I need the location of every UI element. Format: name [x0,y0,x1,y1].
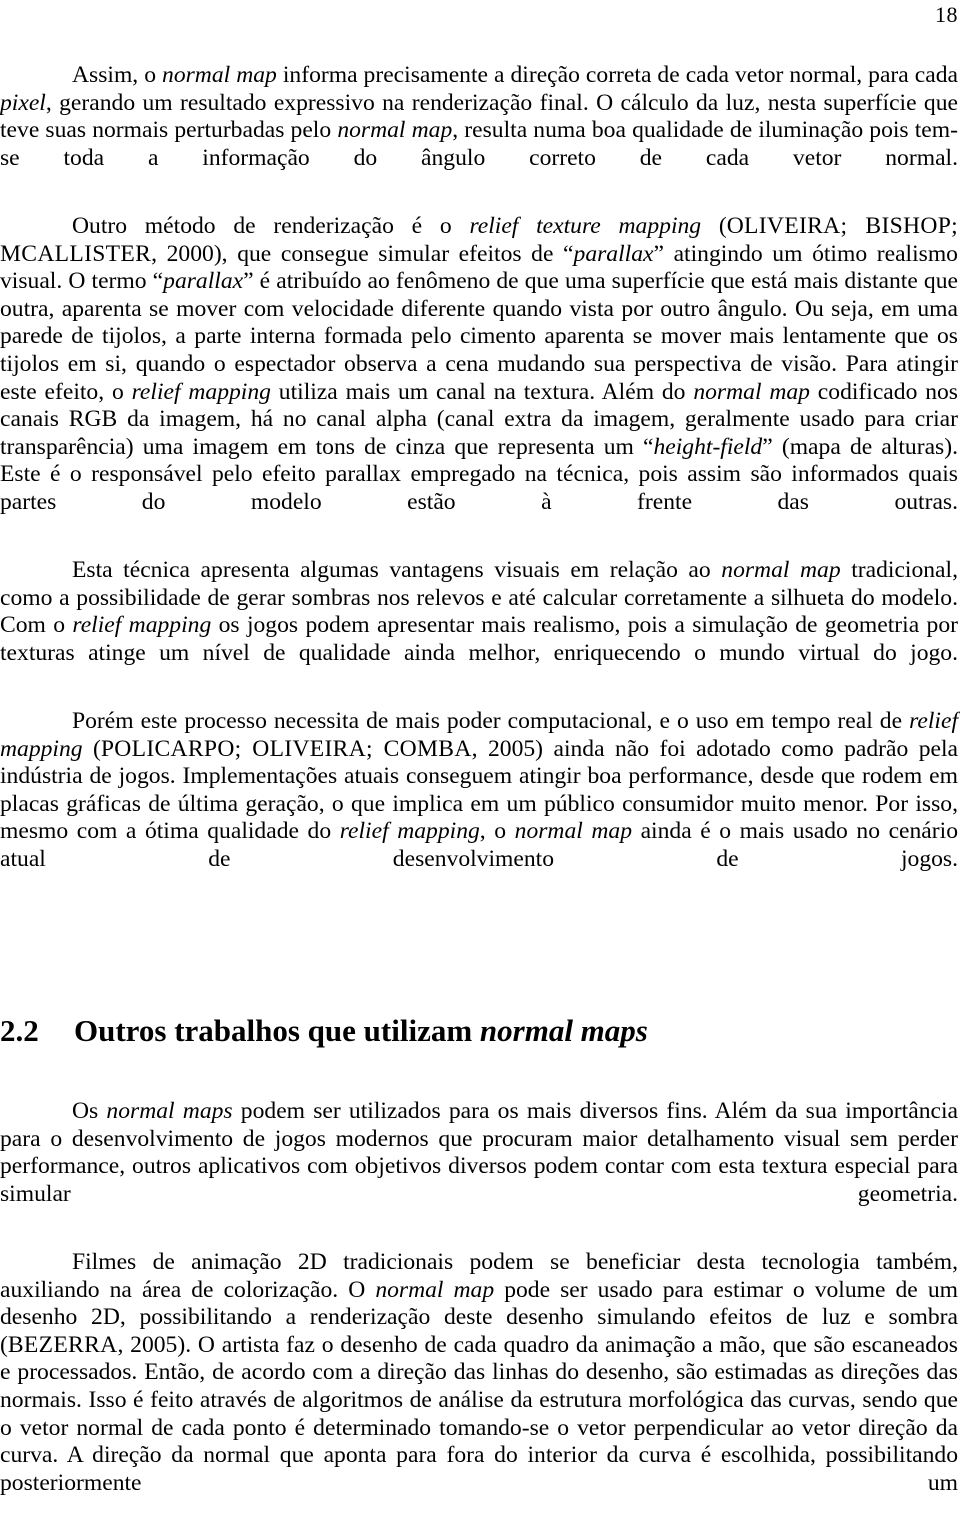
section-heading-wrap: 2.2 Outros trabalhos que utilizam normal … [0,1013,958,1049]
section-number: 2.2 [0,1013,39,1048]
p2-italic-relief-texture-mapping: relief texture mapping [469,212,702,239]
p4-italic-relief-mapping-2: relief mapping [339,818,480,845]
p2-italic-parallax-2: parallax [163,268,244,295]
p5-text-0: Os [72,1098,107,1124]
p4-text-0: Porém este processo necessita de mais po… [72,708,910,735]
p1-text-1: informa precisamente a direção correta d… [276,62,958,88]
p6-citation-bezerra: BEZERRA [7,1331,118,1358]
body-text-block: Assim, o normal map informa precisamente… [0,62,958,901]
p4-text-1: ( [82,735,101,762]
paragraph-2: Outro método de renderização é o relief … [0,213,958,544]
p4-text-3: , o [479,818,515,845]
p4-citation-policarpo-oliveira-comba: POLICARPO; OLIVEIRA; COMBA [100,735,472,762]
paragraph-6: Filmes de animação 2D tradicionais podem… [0,1249,958,1525]
p1-italic-pixel: pixel [0,89,46,116]
p5-italic-normal-maps: normal maps [106,1098,233,1124]
p1-italic-normal-map: normal map [162,62,277,88]
p3-italic-relief-mapping: relief mapping [72,612,212,639]
p2-italic-relief-mapping: relief mapping [131,378,271,405]
p3-text-0: Esta técnica apresenta algumas vantagens… [72,557,722,584]
p1-italic-normal-map-2: normal map [337,117,453,144]
p2-text-2: , 2000), que consegue simular efeitos de… [151,240,574,267]
p6-italic-normal-map: normal map [375,1276,495,1303]
p2-italic-parallax-1: parallax [573,240,654,267]
paragraph-5: Os normal maps podem ser utilizados para… [0,1098,958,1236]
paragraph-4: Porém este processo necessita de mais po… [0,708,958,901]
p2-text-0: Outro método de renderização é o [72,212,470,239]
p2-text-5: utiliza mais um canal na textura. Além d… [270,378,694,405]
section-title-italic: normal maps [479,1013,648,1048]
p1-text-lead: Assim, o [72,62,163,88]
section-title-plain: Outros trabalhos que utilizam [74,1013,480,1048]
p3-italic-normal-map: normal map [721,557,841,584]
paragraph-3: Esta técnica apresenta algumas vantagens… [0,557,958,695]
paragraph-1: Assim, o normal map informa precisamente… [0,62,958,200]
p6-text-2: , 2005). O artista faz o desenho de cada… [0,1331,958,1496]
document-page: 18 Assim, o normal map informa precisame… [0,0,960,1511]
p2-italic-height-field: height-field [653,433,763,460]
p2-italic-normal-map: normal map [693,378,810,405]
section-heading: 2.2 Outros trabalhos que utilizam normal … [0,1013,958,1049]
p4-italic-normal-map: normal map [514,818,633,845]
p2-text-1: ( [701,212,727,239]
page-number: 18 [935,2,958,27]
post-heading-text-block: Os normal maps podem ser utilizados para… [0,1098,958,1525]
